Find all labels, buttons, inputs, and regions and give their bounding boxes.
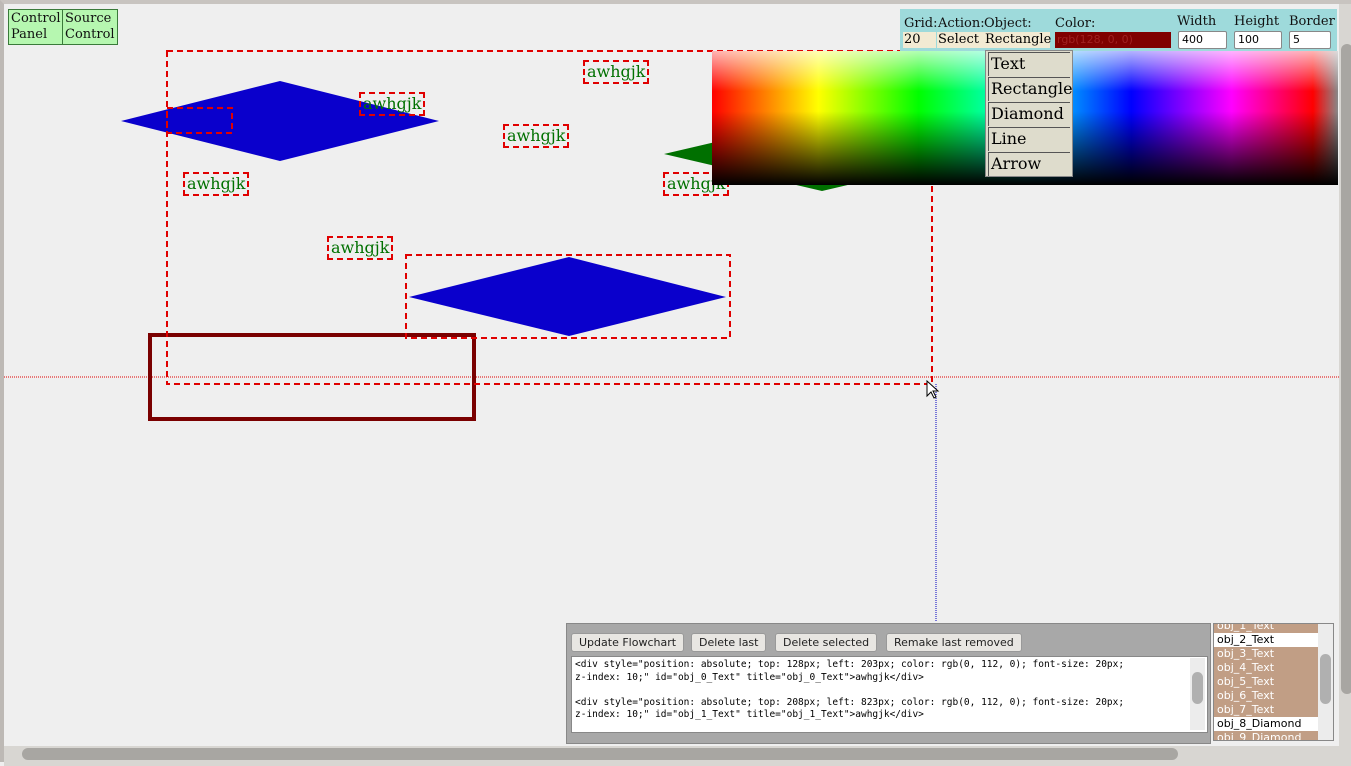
color-field[interactable]: rgb(128, 0, 0) [1055,32,1171,48]
list-item[interactable]: obj_1_Text [1214,624,1318,633]
list-item[interactable]: obj_7_Text [1214,703,1318,717]
vertical-scrollbar[interactable] [1339,4,1351,746]
text-object[interactable]: awhgjk [583,60,650,84]
scrollbar-thumb[interactable] [1341,44,1351,694]
text-object[interactable]: awhgjk [503,124,570,148]
height-label: Height [1234,14,1280,29]
scrollbar-thumb[interactable] [22,748,1178,760]
text-object[interactable]: awhgjk [359,92,426,116]
list-scrollbar[interactable] [1318,624,1333,740]
option-arrow[interactable]: Arrow [988,152,1070,176]
list-item[interactable]: obj_9_Diamond [1214,731,1318,740]
source-textarea[interactable]: <div style="position: absolute; top: 128… [571,656,1208,733]
grid-label: Grid: [904,16,938,31]
source-panel: Update Flowchart Delete last Delete sele… [566,623,1211,744]
horizontal-scrollbar[interactable] [4,746,1351,766]
border-label: Border [1289,14,1335,29]
update-flowchart-button[interactable]: Update Flowchart [571,633,685,652]
list-item[interactable]: obj_2_Text [1214,633,1318,647]
grid-field[interactable]: 20 [903,32,936,48]
diamond-shape[interactable] [409,257,726,336]
toolbar: Grid: 20 Action: Select Object: Rectangl… [900,9,1337,51]
width-label: Width [1177,14,1217,29]
object-select[interactable]: Rectangle [984,32,1051,48]
color-label: Color: [1055,16,1096,31]
object-label: Object: [984,16,1032,31]
list-item[interactable]: obj_6_Text [1214,689,1318,703]
textarea-scrollbar[interactable] [1190,658,1205,730]
text-object[interactable]: awhgjk [183,172,250,196]
remake-last-removed-button[interactable]: Remake last removed [886,633,1022,652]
list-item[interactable]: obj_8_Diamond [1214,717,1318,731]
object-dropdown: Text Rectangle Diamond Line Arrow [985,50,1073,177]
option-line[interactable]: Line [988,127,1070,151]
action-label: Action: [938,16,985,31]
list-item[interactable]: obj_5_Text [1214,675,1318,689]
list-item[interactable]: obj_4_Text [1214,661,1318,675]
list-item[interactable]: obj_3_Text [1214,647,1318,661]
option-text[interactable]: Text [988,52,1070,76]
object-list[interactable]: obj_1_Text obj_2_Text obj_3_Text obj_4_T… [1213,623,1334,741]
option-diamond[interactable]: Diamond [988,102,1070,126]
scrollbar-thumb[interactable] [1320,654,1331,704]
delete-last-button[interactable]: Delete last [691,633,767,652]
delete-selected-button[interactable]: Delete selected [775,633,878,652]
action-select[interactable]: Select [937,32,984,48]
width-input[interactable]: 400 [1178,31,1227,49]
scrollbar-thumb[interactable] [1192,672,1203,704]
mouse-cursor-icon [926,379,940,399]
text-object[interactable]: awhgjk [327,236,394,260]
option-rectangle[interactable]: Rectangle [988,77,1073,101]
height-input[interactable]: 100 [1234,31,1282,49]
border-input[interactable]: 5 [1289,31,1331,49]
